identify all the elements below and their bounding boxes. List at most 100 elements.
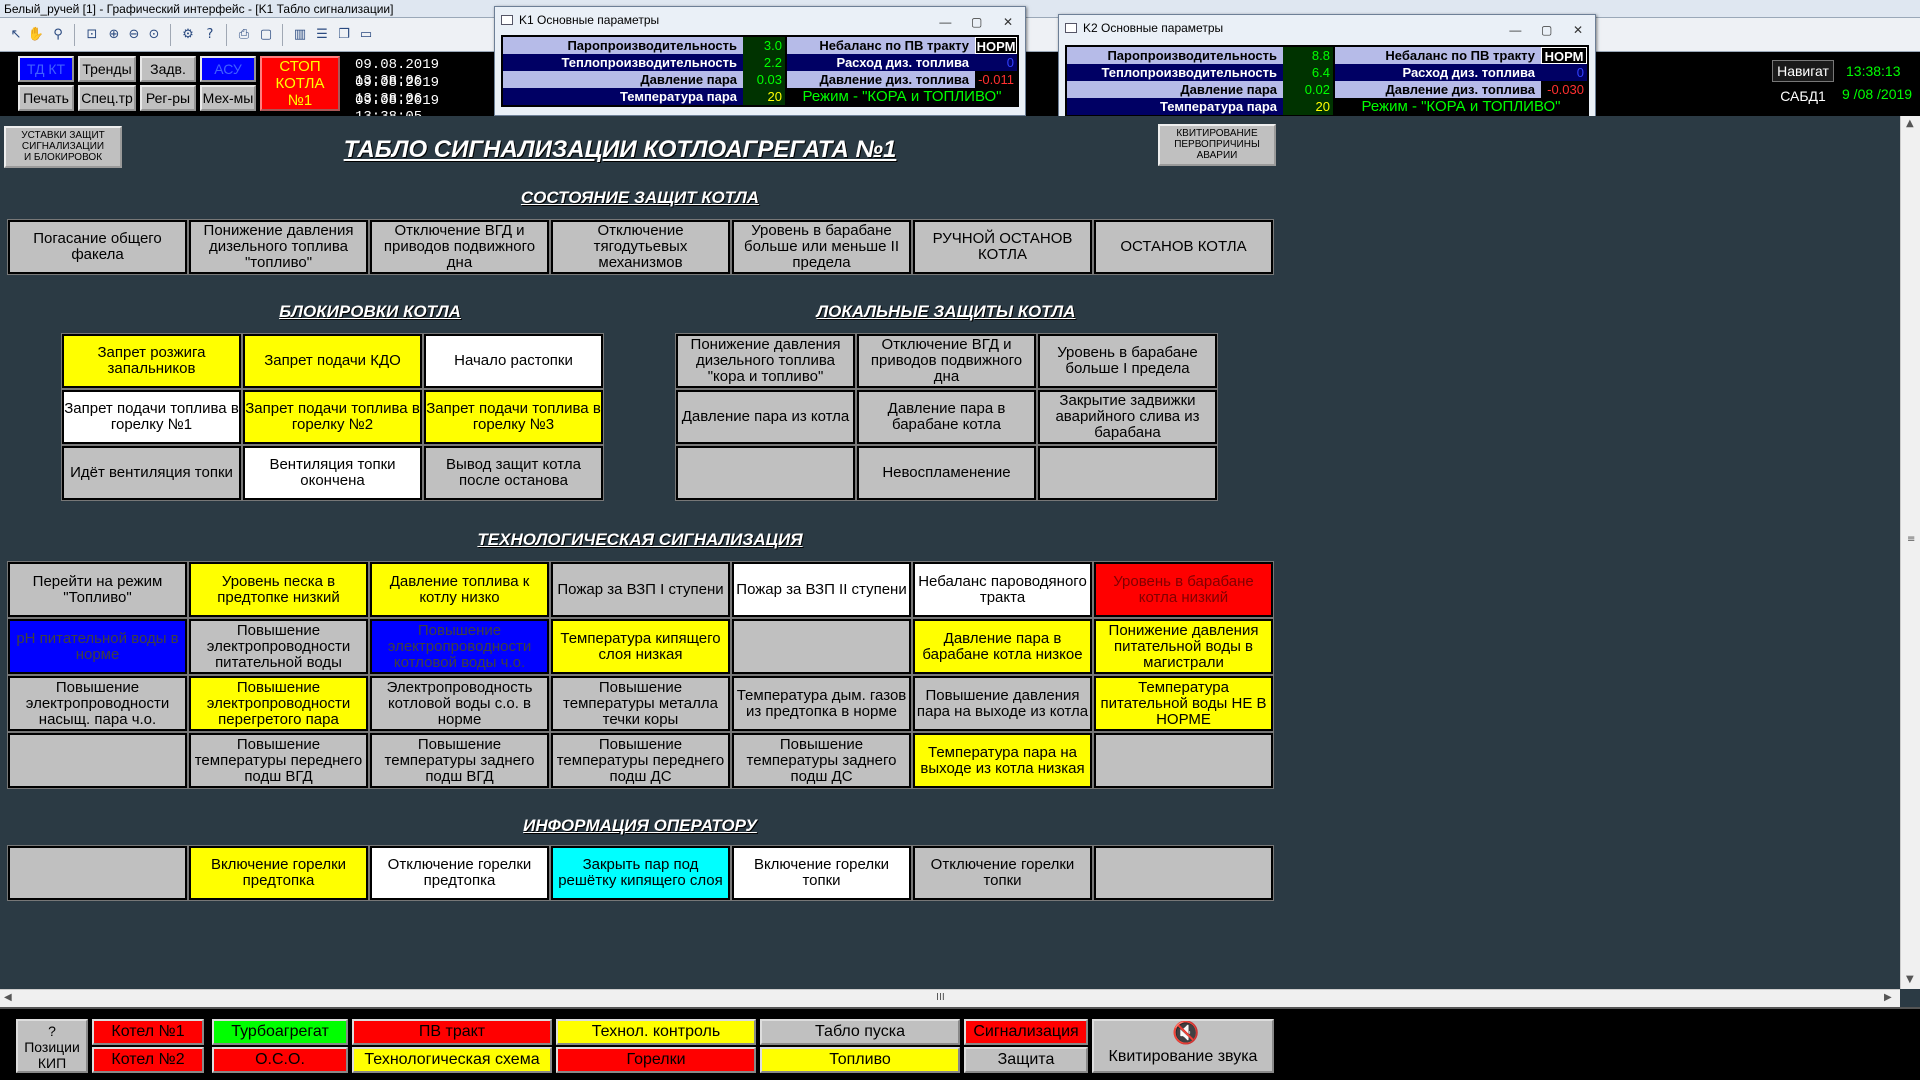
k2-window-header[interactable]: K2 Основные параметры — ▢ ✕ — [1059, 15, 1595, 43]
setpoints-button[interactable]: УСТАВКИ ЗАЩИТ СИГНАЛИЗАЦИИ И БЛОКИРОВОК — [4, 126, 122, 168]
mechanisms-button[interactable]: Мех-мы — [200, 85, 256, 111]
feedwater-path-button[interactable]: ПВ тракт — [352, 1019, 552, 1045]
tech-cell[interactable]: Перейти на режим "Топливо" — [7, 561, 188, 618]
local-cell[interactable] — [675, 445, 856, 501]
blocking-cell[interactable]: Запрет подачи топлива в горелку №1 — [61, 389, 242, 445]
blocking-cell[interactable]: Вентиляция топки окончена — [242, 445, 423, 501]
blocking-cell[interactable]: Запрет подачи топлива в горелку №3 — [423, 389, 604, 445]
tech-cell[interactable]: Небаланс пароводяного тракта — [912, 561, 1093, 618]
blocking-cell[interactable]: Идёт вентиляция топки — [61, 445, 242, 501]
tech-control-button[interactable]: Технол. контроль — [556, 1019, 756, 1045]
asu-button[interactable]: АСУ — [200, 56, 256, 82]
blocking-cell[interactable]: Начало растопки — [423, 333, 604, 389]
cursor-icon[interactable]: ↖ — [6, 25, 26, 45]
hand-icon[interactable]: ✋ — [26, 25, 46, 45]
td-kt-button[interactable]: ТД КТ — [18, 56, 74, 82]
tech-cell[interactable]: Электропроводность котловой воды с.о. в … — [369, 675, 550, 732]
blocking-cell[interactable]: Запрет подачи КДО — [242, 333, 423, 389]
help-icon[interactable]: ? — [200, 25, 220, 45]
protection-cell[interactable]: Отключение тягодутьевых механизмов — [550, 219, 731, 275]
protection-cell[interactable]: РУЧНОЙ ОСТАНОВ КОТЛА — [912, 219, 1093, 275]
tech-cell[interactable]: Повышение температуры переднего подш ДС — [550, 732, 731, 789]
tech-cell[interactable]: Повышение давления пара на выходе из кот… — [912, 675, 1093, 732]
local-cell[interactable]: Понижение давления дизельного топлива "к… — [675, 333, 856, 389]
fit-icon[interactable]: ⊡ — [82, 25, 102, 45]
k2-params-window[interactable]: K2 Основные параметры — ▢ ✕ Паропроизвод… — [1058, 14, 1596, 120]
list-icon[interactable]: ☰ — [312, 25, 332, 45]
kip-positions-button[interactable]: ? Позиции КИП — [16, 1019, 88, 1073]
regulators-button[interactable]: Рег-ры — [140, 85, 196, 111]
tech-cell[interactable]: Температура кипящего слоя низкая — [550, 618, 731, 675]
tech-cell[interactable]: Давление топлива к котлу низко — [369, 561, 550, 618]
info-cell[interactable]: Включение горелки предтопка — [188, 845, 369, 901]
zoom-reset-icon[interactable]: ⊙ — [144, 25, 164, 45]
special-trends-button[interactable]: Спец.тр — [78, 85, 136, 111]
tech-cell[interactable]: Повышение электропроводности насыщ. пара… — [7, 675, 188, 732]
layout-icon[interactable]: ▥ — [290, 25, 310, 45]
vertical-scrollbar[interactable]: ▲ ≡ ▼ — [1900, 116, 1920, 989]
tech-cell[interactable]: Повышение электропроводности питательной… — [188, 618, 369, 675]
tech-cell[interactable] — [7, 732, 188, 789]
info-cell[interactable]: Закрыть пар под решётку кипящего слоя — [550, 845, 731, 901]
tech-cell[interactable]: Температура питательной воды НЕ В НОРМЕ — [1093, 675, 1274, 732]
maximize-icon[interactable]: ▢ — [964, 13, 990, 31]
tech-cell[interactable]: Давление пара в барабане котла низкое — [912, 618, 1093, 675]
print-icon[interactable]: ⎙ — [234, 25, 254, 45]
scroll-grip-icon[interactable]: ≡ — [1907, 534, 1915, 545]
local-cell[interactable]: Давление пара в барабане котла — [856, 389, 1037, 445]
close-icon[interactable]: ✕ — [995, 13, 1021, 31]
boiler1-button[interactable]: Котел №1 — [92, 1019, 204, 1045]
tech-cell[interactable]: Повышение электропроводности котловой во… — [369, 618, 550, 675]
scroll-left-icon[interactable]: ◀ — [4, 992, 12, 1003]
valves-button[interactable]: Задв. — [140, 56, 196, 82]
local-cell[interactable]: Давление пара из котла — [675, 389, 856, 445]
tech-cell[interactable]: Повышение электропроводности перегретого… — [188, 675, 369, 732]
screen-icon[interactable]: ▭ — [356, 25, 376, 45]
tech-cell[interactable]: Уровень в барабане котла низкий — [1093, 561, 1274, 618]
info-cell[interactable]: Отключение горелки топки — [912, 845, 1093, 901]
tech-cell[interactable]: Понижение давления питательной воды в ма… — [1093, 618, 1274, 675]
tech-cell[interactable]: Повышение температуры переднего подш ВГД — [188, 732, 369, 789]
tech-cell[interactable]: pH питательной воды в норме — [7, 618, 188, 675]
protection-cell[interactable]: ОСТАНОВ КОТЛА — [1093, 219, 1274, 275]
tech-cell[interactable]: Уровень песка в предтопке низкий — [188, 561, 369, 618]
tech-cell[interactable]: Повышение температуры металла течки коры — [550, 675, 731, 732]
tech-cell[interactable]: Пожар за ВЗП II ступени — [731, 561, 912, 618]
scroll-right-icon[interactable]: ▶ — [1884, 992, 1892, 1003]
boiler2-button[interactable]: Котел №2 — [92, 1047, 204, 1073]
protection-button[interactable]: Защита — [964, 1047, 1088, 1073]
info-cell[interactable] — [1093, 845, 1274, 901]
local-cell[interactable] — [1037, 445, 1218, 501]
local-cell[interactable]: Закрытие задвижки аварийного слива из ба… — [1037, 389, 1218, 445]
tech-cell[interactable]: Температура пара на выходе из котла низк… — [912, 732, 1093, 789]
fuel-button[interactable]: Топливо — [760, 1047, 960, 1073]
window-icon[interactable]: ▢ — [256, 25, 276, 45]
maximize-icon[interactable]: ▢ — [1534, 21, 1560, 39]
close-icon[interactable]: ✕ — [1565, 21, 1591, 39]
scroll-grip-icon[interactable]: III — [936, 992, 945, 1003]
burners-button[interactable]: Горелки — [556, 1047, 756, 1073]
print-button[interactable]: Печать — [18, 85, 74, 111]
protection-cell[interactable]: Понижение давления дизельного топлива "т… — [188, 219, 369, 275]
info-cell[interactable]: Отключение горелки предтопка — [369, 845, 550, 901]
tech-cell[interactable]: Температура дым. газов из предтопка в но… — [731, 675, 912, 732]
minimize-icon[interactable]: — — [932, 13, 958, 31]
tech-scheme-button[interactable]: Технологическая схема — [352, 1047, 552, 1073]
stop-boiler-button[interactable]: СТОП КОТЛА №1 — [260, 56, 340, 111]
zoom-out-icon[interactable]: ⊖ — [124, 25, 144, 45]
zoom-icon[interactable]: ⚲ — [48, 25, 68, 45]
tech-cell[interactable]: Повышение температуры заднего подш ДС — [731, 732, 912, 789]
protection-cell[interactable]: Отключение ВГД и приводов подвижного дна — [369, 219, 550, 275]
scroll-up-icon[interactable]: ▲ — [1906, 118, 1914, 129]
protection-cell[interactable]: Погасание общего факела — [7, 219, 188, 275]
signaling-button[interactable]: Сигнализация — [964, 1019, 1088, 1045]
blocking-cell[interactable]: Вывод защит котла после останова — [423, 445, 604, 501]
turbine-button[interactable]: Турбоагрегат — [212, 1019, 348, 1045]
tools-icon[interactable]: ⚙ — [178, 25, 198, 45]
oso-button[interactable]: О.С.О. — [212, 1047, 348, 1073]
trends-button[interactable]: Тренды — [78, 56, 136, 82]
info-cell[interactable] — [7, 845, 188, 901]
windows-icon[interactable]: ❐ — [334, 25, 354, 45]
navigator-button[interactable]: Навигат — [1772, 60, 1834, 82]
tech-cell[interactable]: Пожар за ВЗП I ступени — [550, 561, 731, 618]
